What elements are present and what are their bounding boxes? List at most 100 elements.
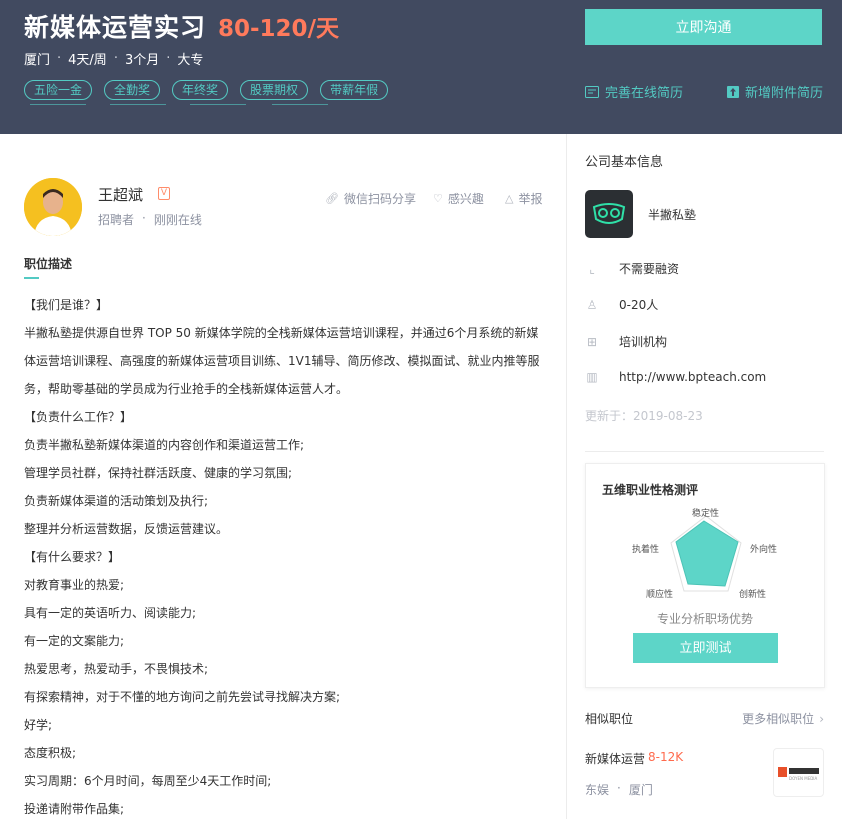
description-line: 负责新媒体渠道的活动策划及执行; bbox=[24, 494, 209, 508]
description-line: 务，帮助零基础的学员成为行业抢手的全栈新媒体运营人才。 bbox=[24, 382, 349, 396]
similar-jobs-title: 相似职位 bbox=[585, 712, 634, 726]
company-name[interactable]: 半撇私塾 bbox=[648, 206, 696, 223]
recruiter-status: 刚刚在线 bbox=[153, 213, 202, 227]
avatar-image bbox=[24, 178, 82, 236]
doyen-logo-icon: DOYEN MEDIA bbox=[777, 766, 819, 781]
similar-company-logo[interactable]: DOYEN MEDIA bbox=[773, 748, 824, 797]
industry-value: 培训机构 bbox=[619, 335, 668, 349]
person-icon: ♙ bbox=[586, 297, 598, 312]
funding-value: 不需要融资 bbox=[619, 262, 680, 276]
tag-underline bbox=[110, 104, 166, 105]
job-header: 新媒体运营实习 80-120/天 厦门 · 4天/周 · 3个月 · 大专 五险… bbox=[0, 0, 842, 134]
company-info-title: 公司基本信息 bbox=[585, 155, 664, 170]
size-value: 0-20人 bbox=[619, 298, 659, 312]
job-detail-main: 王超斌 V 招聘者 · 刚刚在线 🔗︎ 微信扫码分享 ♡ 感兴趣 △ 举报 职位… bbox=[0, 134, 566, 819]
report-action[interactable]: △ 举报 bbox=[505, 190, 542, 207]
job-city: 厦门 bbox=[24, 53, 51, 68]
recruiter-name: 王超斌 bbox=[98, 186, 144, 204]
benefit-tag: 年终奖 bbox=[172, 80, 229, 100]
company-industry: ⊞ 培训机构 bbox=[585, 333, 667, 350]
benefit-tag: 五险一金 bbox=[24, 80, 93, 100]
complete-resume-link[interactable]: 完善在线简历 bbox=[585, 82, 683, 101]
description-line: 【有什么要求？】 bbox=[24, 550, 121, 564]
start-test-button[interactable]: 立即测试 bbox=[633, 633, 778, 663]
job-description-title: 职位描述 bbox=[24, 257, 73, 271]
description-line: 【我们是谁？】 bbox=[24, 298, 109, 312]
chat-now-button[interactable]: 立即沟通 bbox=[585, 9, 822, 45]
tag-underline bbox=[190, 104, 246, 105]
similar-job-city: 厦门 bbox=[628, 783, 653, 797]
description-line: 【负责什么工作？】 bbox=[24, 410, 133, 424]
tag-underline bbox=[272, 104, 328, 105]
description-line: 有一定的文案能力; bbox=[24, 634, 125, 648]
similar-job-meta: 东娱 · 厦门 bbox=[585, 781, 653, 798]
warning-icon: △ bbox=[505, 192, 514, 205]
description-line: 有探索精神，对于不懂的地方询问之前先尝试寻找解决方案; bbox=[24, 690, 341, 704]
building-icon: ▥ bbox=[586, 370, 598, 384]
upload-icon bbox=[727, 85, 739, 98]
job-meta: 厦门 · 4天/周 · 3个月 · 大专 bbox=[24, 49, 203, 68]
description-line: 投递请附带作品集; bbox=[24, 802, 125, 816]
description-line: 态度积极; bbox=[24, 746, 77, 760]
grid-icon: ⊞ bbox=[586, 334, 598, 349]
description-line: 对教育事业的热爱; bbox=[24, 578, 125, 592]
doyen-logo-text: DOYEN MEDIA bbox=[789, 776, 817, 781]
description-line: 具有一定的英语听力、阅读能力; bbox=[24, 606, 197, 620]
job-education: 大专 bbox=[177, 53, 204, 68]
company-logo[interactable] bbox=[585, 190, 633, 238]
website-value[interactable]: http://www.bpteach.com bbox=[619, 370, 766, 384]
recruiter-meta: 招聘者 · 刚刚在线 bbox=[98, 211, 202, 228]
separator-dot: · bbox=[113, 51, 118, 66]
benefit-tag: 股票期权 bbox=[240, 80, 309, 100]
personality-radar-chart: 稳定性 外向性 创新性 顺应性 执着性 bbox=[616, 498, 796, 608]
benefit-tag: 带薪年假 bbox=[320, 80, 389, 100]
separator-dot: · bbox=[57, 51, 62, 66]
interest-label: 感兴趣 bbox=[447, 192, 484, 206]
description-line: 整理并分析运营数据，反馈运营建议。 bbox=[24, 522, 229, 536]
similar-job-company: 东娱 bbox=[585, 783, 610, 797]
add-attachment-resume-link[interactable]: 新增附件简历 bbox=[727, 82, 823, 101]
company-funding: ⌞ 不需要融资 bbox=[585, 260, 679, 277]
resume-icon bbox=[585, 85, 599, 98]
description-line: 热爱思考，热爱动手，不畏惧技术; bbox=[24, 662, 209, 676]
recruiter-avatar[interactable] bbox=[24, 178, 82, 236]
radar-label-persistence: 执着性 bbox=[632, 545, 660, 555]
test-subtitle: 专业分析职场优势 bbox=[656, 612, 753, 626]
recruiter-role: 招聘者 bbox=[98, 213, 135, 227]
company-size: ♙ 0-20人 bbox=[585, 296, 659, 313]
tag-underline bbox=[30, 104, 86, 105]
radar-label-innovation: 创新性 bbox=[739, 590, 767, 600]
report-label: 举报 bbox=[518, 192, 543, 206]
more-similar-label: 更多相似职位 bbox=[742, 712, 815, 726]
separator-dot: · bbox=[142, 211, 146, 225]
description-line: 管理学员社群，保持社群活跃度、健康的学习氛围; bbox=[24, 466, 293, 480]
job-days: 4天/周 bbox=[68, 53, 107, 68]
test-title: 五维职业性格测评 bbox=[602, 483, 699, 497]
description-line: 实习周期：6个月时间，每周至少4天工作时间; bbox=[24, 774, 272, 788]
similar-job-item[interactable]: 新媒体运营 8-12K bbox=[585, 750, 683, 767]
similar-jobs-header: 相似职位 更多相似职位 › bbox=[585, 710, 824, 727]
add-attachment-label: 新增附件简历 bbox=[745, 86, 824, 101]
chevron-right-icon: › bbox=[819, 711, 824, 726]
radar-label-compliance: 顺应性 bbox=[646, 590, 674, 600]
job-salary: 80-120/天 bbox=[218, 16, 339, 42]
job-description-text: 【我们是谁？】 半撇私塾提供源自世界 TOP 50 新媒体学院的全栈新媒体运营培… bbox=[24, 291, 550, 819]
link-icon: 🔗︎ bbox=[325, 192, 339, 205]
job-duration: 3个月 bbox=[124, 53, 160, 68]
verified-badge: V bbox=[158, 187, 170, 200]
similar-job-title[interactable]: 新媒体运营 bbox=[585, 750, 645, 767]
share-action[interactable]: 🔗︎ 微信扫码分享 bbox=[325, 190, 416, 207]
job-title: 新媒体运营实习 bbox=[24, 13, 207, 42]
complete-resume-label: 完善在线简历 bbox=[605, 86, 684, 101]
company-website[interactable]: ▥ http://www.bpteach.com bbox=[585, 370, 766, 384]
benefit-tag: 全勤奖 bbox=[104, 80, 161, 100]
sidebar-divider bbox=[585, 451, 824, 452]
heart-icon: ♡ bbox=[433, 192, 443, 205]
section-underline bbox=[24, 277, 39, 279]
interest-action[interactable]: ♡ 感兴趣 bbox=[433, 190, 484, 207]
more-similar-link[interactable]: 更多相似职位 › bbox=[742, 710, 824, 727]
updated-date: 更新于：2019-08-23 bbox=[585, 409, 703, 423]
description-line: 体运营培训课程、高强度的新媒体运营项目训练、1V1辅导、简历修改、模拟面试、就业… bbox=[24, 354, 540, 368]
column-divider bbox=[566, 134, 567, 819]
similar-job-salary: 8-12K bbox=[648, 750, 684, 764]
